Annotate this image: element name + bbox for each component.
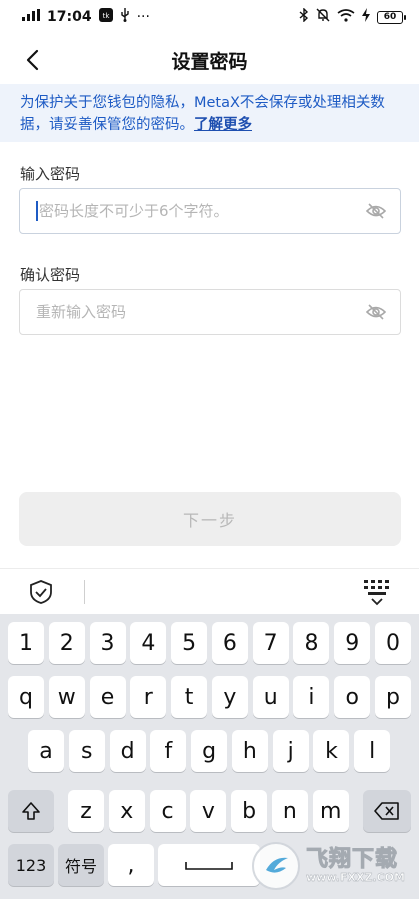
privacy-notice: 为保护关于您钱包的隐私，MetaX不会保存或处理相关数据，请妥善保管您的密码。了… <box>0 84 419 142</box>
number-key-9[interactable]: 9 <box>334 622 371 664</box>
symbols-key[interactable]: 符号 <box>58 844 104 886</box>
shield-check-icon[interactable] <box>28 579 54 605</box>
letter-key-d[interactable]: d <box>109 730 146 772</box>
letter-key-p[interactable]: p <box>375 676 412 718</box>
eye-off-icon[interactable] <box>366 302 386 322</box>
watermark-logo-icon <box>252 842 300 890</box>
nav-bar: 设置密码 <box>0 38 419 82</box>
number-key-2[interactable]: 2 <box>48 622 85 664</box>
backspace-key[interactable] <box>363 790 411 832</box>
comma-key[interactable]: , <box>108 844 154 886</box>
letter-key-v[interactable]: v <box>190 790 227 832</box>
letter-key-g[interactable]: g <box>191 730 228 772</box>
backspace-icon <box>374 802 399 820</box>
status-time: 17:04 <box>47 9 92 25</box>
battery-icon: 60 <box>377 10 406 24</box>
password-input[interactable] <box>39 202 366 220</box>
letter-key-l[interactable]: l <box>354 730 391 772</box>
letter-key-w[interactable]: w <box>48 676 85 718</box>
letter-key-h[interactable]: h <box>231 730 268 772</box>
status-bar: 17:04 tk ··· 60 <box>0 0 419 34</box>
letter-key-c[interactable]: c <box>149 790 186 832</box>
letter-key-i[interactable]: i <box>293 676 330 718</box>
number-key-5[interactable]: 5 <box>171 622 208 664</box>
letter-key-y[interactable]: y <box>211 676 248 718</box>
keyboard-collapse-icon[interactable] <box>362 578 392 606</box>
watermark: 飞翔下载 www.FXXZ.COM <box>252 836 416 896</box>
eye-off-icon[interactable] <box>366 201 386 221</box>
letter-key-q[interactable]: q <box>8 676 44 718</box>
bluetooth-icon <box>299 7 309 26</box>
app-notification-icon: tk <box>98 8 113 26</box>
number-key-8[interactable]: 8 <box>293 622 330 664</box>
number-key-6[interactable]: 6 <box>211 622 248 664</box>
number-key-1[interactable]: 1 <box>8 622 44 664</box>
letter-key-a[interactable]: a <box>28 730 64 772</box>
wifi-icon <box>337 8 355 26</box>
status-left: 17:04 tk ··· <box>22 8 150 26</box>
number-key-3[interactable]: 3 <box>89 622 126 664</box>
keyboard-toolbar <box>0 568 419 614</box>
number-key-4[interactable]: 4 <box>130 622 167 664</box>
space-bar-icon <box>185 862 233 870</box>
number-key-0[interactable]: 0 <box>375 622 412 664</box>
confirm-password-input[interactable] <box>36 303 366 321</box>
toolbar-divider <box>84 580 85 604</box>
status-right: 60 <box>299 7 406 26</box>
watermark-name: 飞翔下载 <box>306 846 399 872</box>
mute-bell-icon <box>316 8 330 26</box>
password-label: 输入密码 <box>20 165 81 183</box>
letter-key-o[interactable]: o <box>334 676 371 718</box>
page-title: 设置密码 <box>171 50 248 73</box>
confirm-password-label: 确认密码 <box>20 266 81 284</box>
number-key-7[interactable]: 7 <box>252 622 289 664</box>
letter-key-e[interactable]: e <box>89 676 126 718</box>
letter-key-z[interactable]: z <box>68 790 104 832</box>
chevron-left-icon <box>26 49 39 71</box>
text-caret <box>36 201 38 221</box>
letter-key-b[interactable]: b <box>231 790 268 832</box>
shift-key[interactable] <box>8 790 54 832</box>
letter-key-x[interactable]: x <box>108 790 145 832</box>
letter-key-k[interactable]: k <box>313 730 350 772</box>
usb-icon <box>120 8 130 26</box>
letter-key-j[interactable]: j <box>272 730 309 772</box>
letter-key-u[interactable]: u <box>252 676 289 718</box>
password-field[interactable] <box>19 188 401 234</box>
learn-more-link[interactable]: 了解更多 <box>194 117 252 133</box>
watermark-text: 飞翔下载 www.FXXZ.COM <box>306 846 406 885</box>
letter-key-f[interactable]: f <box>150 730 187 772</box>
letter-key-t[interactable]: t <box>171 676 208 718</box>
back-button[interactable] <box>18 46 46 74</box>
letter-key-m[interactable]: m <box>312 790 349 832</box>
numbers-key[interactable]: 123 <box>8 844 54 886</box>
signal-bars-icon <box>22 9 40 25</box>
charging-icon <box>362 8 370 26</box>
watermark-url: www.FXXZ.COM <box>306 871 405 885</box>
letter-key-r[interactable]: r <box>130 676 167 718</box>
svg-text:tk: tk <box>102 12 110 20</box>
space-key[interactable] <box>158 844 260 886</box>
letter-key-n[interactable]: n <box>271 790 308 832</box>
letter-key-s[interactable]: s <box>68 730 105 772</box>
shift-arrow-icon <box>22 802 40 820</box>
next-step-button[interactable]: 下一步 <box>19 492 401 546</box>
confirm-password-field[interactable] <box>19 289 401 335</box>
more-notifications: ··· <box>136 9 150 25</box>
